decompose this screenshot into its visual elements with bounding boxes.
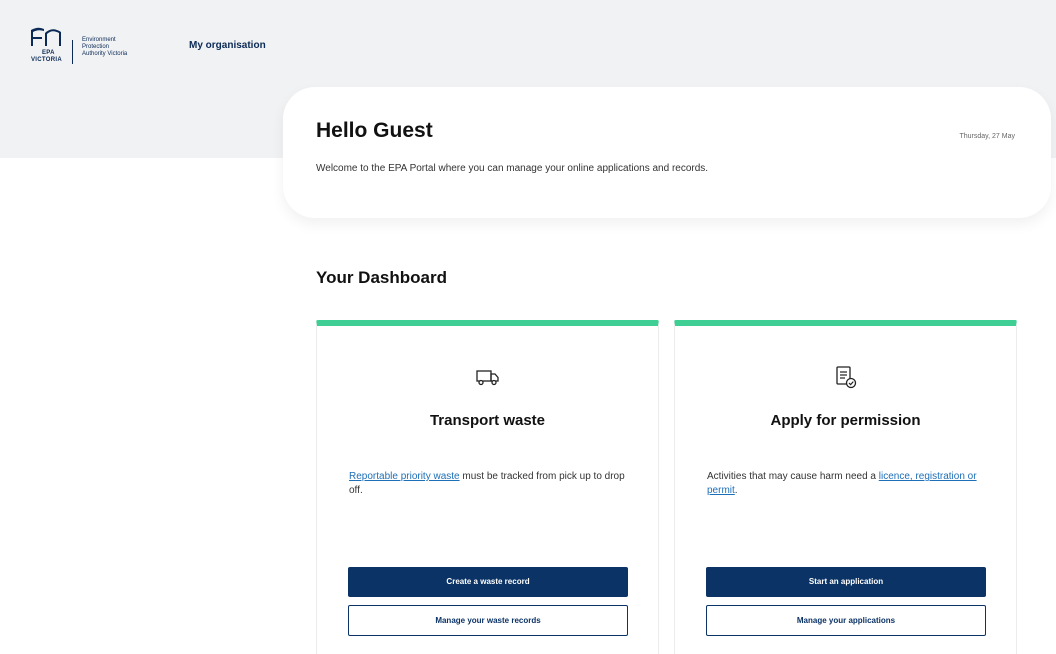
epa-victoria-logo[interactable]: EPA VICTORIA Environment Protection Auth… xyxy=(28,26,158,66)
manage-waste-records-button[interactable]: Manage your waste records xyxy=(348,605,628,636)
dashboard-title: Your Dashboard xyxy=(316,268,447,287)
reportable-priority-waste-link[interactable]: Reportable priority waste xyxy=(349,471,460,482)
create-waste-record-button[interactable]: Create a waste record xyxy=(348,567,628,597)
logo-org-line2: Protection xyxy=(82,44,110,50)
current-date: Thursday, 27 May xyxy=(959,133,1015,140)
top-navigation-bar: EPA VICTORIA Environment Protection Auth… xyxy=(0,0,1056,80)
card-description-text: Activities that may cause harm need a xyxy=(707,471,879,482)
card-description-end: . xyxy=(734,485,738,496)
page-title: Hello Guest xyxy=(316,119,433,142)
card-title: Apply for permission xyxy=(770,412,921,429)
card-title: Transport waste xyxy=(429,412,546,429)
truck-icon xyxy=(475,364,501,390)
logo-org-name: Environment Protection Authority Victori… xyxy=(82,37,127,58)
welcome-card: Hello Guest Thursday, 27 May Welcome to … xyxy=(283,87,1051,218)
nav-my-organisation[interactable]: My organisation xyxy=(189,40,266,51)
card-description: Reportable priority waste must be tracke… xyxy=(349,470,627,498)
apply-for-permission-card: Apply for permission Activities that may… xyxy=(674,320,1017,654)
logo-epa-text: EPA xyxy=(42,50,55,56)
logo-victoria-text: VICTORIA xyxy=(31,57,62,63)
transport-waste-card: Transport waste Reportable priority wast… xyxy=(316,320,659,654)
manage-applications-button[interactable]: Manage your applications xyxy=(706,605,986,636)
logo-org-line3: Authority Victoria xyxy=(82,51,128,57)
start-application-button[interactable]: Start an application xyxy=(706,567,986,597)
logo-org-line1: Environment xyxy=(82,37,116,43)
document-check-icon xyxy=(833,364,859,390)
logo-divider xyxy=(72,40,73,64)
card-description: Activities that may cause harm need a li… xyxy=(707,470,985,498)
welcome-message: Welcome to the EPA Portal where you can … xyxy=(316,163,709,174)
